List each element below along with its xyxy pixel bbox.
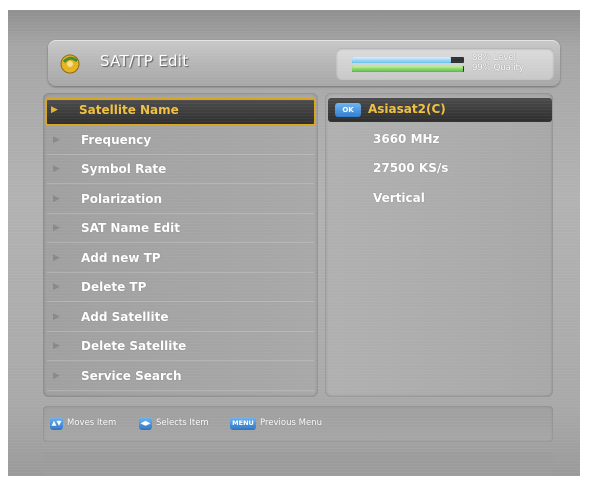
- polarization-value[interactable]: Vertical: [373, 191, 425, 205]
- level-bar-fill: [352, 57, 451, 63]
- page-title: SAT/TP Edit: [100, 52, 189, 70]
- quality-bar-fill: [352, 66, 463, 72]
- menu-item-label: Service Search: [81, 369, 182, 383]
- frequency-value[interactable]: 3660 MHz: [373, 132, 440, 146]
- menu-item-label: Frequency: [81, 133, 152, 147]
- ok-key-icon: OK: [335, 103, 361, 117]
- chevron-right-icon: ▶: [53, 135, 60, 145]
- level-bar: [352, 57, 464, 63]
- menu-item-label: Add new TP: [81, 251, 161, 265]
- header-bar: SAT/TP Edit 88% Level 99% Quality: [48, 40, 560, 86]
- chevron-right-icon: ▶: [53, 253, 60, 263]
- chevron-right-icon: ▶: [53, 341, 60, 351]
- menu-item-label: Polarization: [81, 192, 162, 206]
- menu-item-label: SAT Name Edit: [81, 221, 180, 235]
- quality-bar: [352, 66, 464, 72]
- bottom-strip: [43, 452, 553, 476]
- chevron-right-icon: ▶: [53, 164, 60, 174]
- chevron-right-icon: ▶: [53, 282, 60, 292]
- menu-item-label: Delete Satellite: [81, 339, 187, 353]
- menu-item-add-new-tp[interactable]: ▶ Add new TP: [47, 246, 314, 273]
- menu-item-frequency[interactable]: ▶ Frequency: [47, 128, 314, 155]
- menu-item-sat-name-edit[interactable]: ▶ SAT Name Edit: [47, 216, 314, 243]
- left-right-key-icon: ◀▶: [139, 417, 152, 430]
- menu-item-symbol-rate[interactable]: ▶ Symbol Rate: [47, 157, 314, 184]
- menu-item-polarization[interactable]: ▶ Polarization: [47, 187, 314, 214]
- satellite-dish-icon: [60, 54, 80, 74]
- signal-panel: 88% Level 99% Quality: [336, 48, 554, 80]
- chevron-right-icon: ▶: [53, 312, 60, 322]
- chevron-right-icon: ▶: [53, 371, 60, 381]
- symbol-rate-value[interactable]: 27500 KS/s: [373, 161, 448, 175]
- menu-key-icon: MENU: [230, 417, 256, 430]
- menu-item-label: Symbol Rate: [81, 162, 167, 176]
- menu-item-label: Satellite Name: [79, 103, 179, 117]
- menu-item-delete-satellite[interactable]: ▶ Delete Satellite: [47, 334, 314, 361]
- chevron-right-icon: ▶: [51, 105, 58, 115]
- menu-item-label: Add Satellite: [81, 310, 169, 324]
- menu-item-add-satellite[interactable]: ▶ Add Satellite: [47, 305, 314, 332]
- satellite-name-value: Asiasat2(C): [368, 102, 446, 116]
- values-panel: OK Asiasat2(C) 3660 MHz 27500 KS/s Verti…: [325, 93, 553, 397]
- help-bar: ▲▼ Moves Item ◀▶ Selects Item MENU Previ…: [43, 406, 553, 442]
- menu-item-satellite-name[interactable]: ▶ Satellite Name: [45, 98, 316, 126]
- menu-item-label: Delete TP: [81, 280, 147, 294]
- settings-menu: ▶ Satellite Name ▶ Frequency ▶ Symbol Ra…: [43, 93, 318, 397]
- menu-item-delete-tp[interactable]: ▶ Delete TP: [47, 275, 314, 302]
- level-text: 88% Level: [472, 53, 517, 63]
- satellite-name-selector[interactable]: OK Asiasat2(C): [328, 98, 552, 122]
- chevron-right-icon: ▶: [53, 223, 60, 233]
- chevron-right-icon: ▶: [53, 194, 60, 204]
- menu-item-service-search[interactable]: ▶ Service Search: [47, 364, 314, 391]
- tv-screen: SAT/TP Edit 88% Level 99% Quality ▶ Sate…: [8, 10, 580, 476]
- quality-text: 99% Quality: [472, 63, 524, 73]
- up-down-key-icon: ▲▼: [50, 417, 63, 430]
- move-hint: Moves Item: [67, 418, 117, 428]
- select-hint: Selects Item: [156, 418, 209, 428]
- previous-menu-hint: Previous Menu: [260, 418, 322, 428]
